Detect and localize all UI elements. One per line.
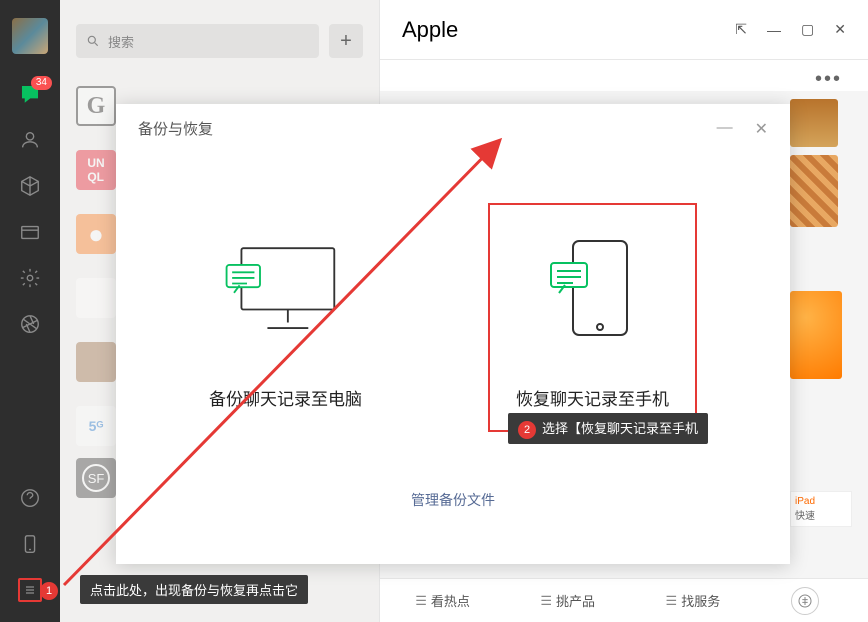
restore-label: 恢复聊天记录至手机 (516, 385, 669, 410)
phone-restore-icon (528, 225, 658, 355)
pin-icon[interactable]: ⇱ (735, 21, 747, 38)
nav-hot[interactable]: ☰看热点 (415, 591, 470, 610)
search-placeholder: 搜索 (108, 32, 134, 51)
bottom-nav: ☰看热点 ☰挑产品 ☰找服务 (380, 578, 868, 622)
close-icon[interactable]: ✕ (834, 21, 846, 38)
cube-icon[interactable] (18, 174, 42, 198)
titlebar: Apple ⇱ — ▢ ✕ (380, 0, 868, 60)
monitor-icon (221, 225, 351, 355)
ipad-promo[interactable]: iPad 快速 (790, 491, 852, 527)
left-sidebar: 34 1 (0, 0, 60, 622)
backup-label: 备份聊天记录至电脑 (209, 385, 362, 410)
dialog-close-icon[interactable]: ✕ (755, 119, 768, 139)
ime-button[interactable] (791, 587, 819, 615)
phone-icon[interactable] (18, 532, 42, 556)
manage-backup-link[interactable]: 管理备份文件 (411, 492, 495, 508)
nav-service[interactable]: ☰找服务 (666, 591, 721, 610)
user-avatar[interactable] (12, 18, 48, 54)
more-icon[interactable]: ••• (815, 68, 842, 91)
nav-product[interactable]: ☰挑产品 (540, 591, 595, 610)
page-title: Apple (402, 17, 458, 43)
backup-to-pc-option[interactable]: 备份聊天记录至电脑 (209, 225, 362, 410)
contacts-icon[interactable] (18, 128, 42, 152)
menu-icon[interactable]: 1 (18, 578, 42, 602)
aperture-icon[interactable] (18, 312, 42, 336)
annotation-step2: 2选择【恢复聊天记录至手机 (508, 413, 708, 444)
thumbnail-2[interactable] (790, 155, 838, 227)
folder-icon[interactable] (18, 220, 42, 244)
annotation-step1-badge: 1 (40, 582, 58, 600)
chat-badge: 34 (31, 76, 52, 90)
settings-icon[interactable] (18, 266, 42, 290)
annotation-step1: 点击此处，出现备份与恢复再点击它 (80, 575, 308, 604)
backup-restore-dialog: 备份与恢复 — ✕ 备份聊天记录至电脑 (116, 104, 790, 564)
dialog-title: 备份与恢复 (138, 118, 213, 139)
dialog-minimize-icon[interactable]: — (717, 119, 733, 139)
thumbnail-3[interactable] (790, 291, 842, 379)
search-input[interactable]: 搜索 (76, 24, 319, 58)
chat-icon[interactable]: 34 (18, 82, 42, 106)
mini-program-icon[interactable] (18, 486, 42, 510)
maximize-icon[interactable]: ▢ (801, 21, 814, 38)
thumbnail-1[interactable] (790, 99, 838, 147)
window-controls: ⇱ — ▢ ✕ (735, 21, 846, 38)
add-button[interactable]: + (329, 24, 363, 58)
restore-to-phone-option[interactable]: 恢复聊天记录至手机 (488, 203, 697, 432)
minimize-icon[interactable]: — (767, 22, 781, 38)
